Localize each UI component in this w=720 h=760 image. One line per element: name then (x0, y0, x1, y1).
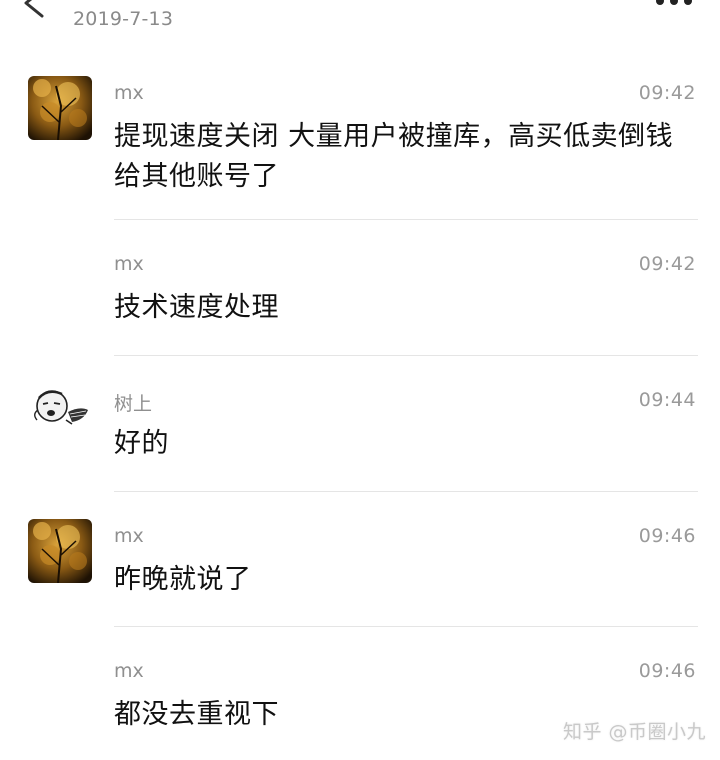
more-dots-icon[interactable] (654, 0, 694, 8)
message-text: 好的 (114, 428, 169, 459)
avatar[interactable] (28, 76, 92, 140)
autumn-tree-avatar-icon (28, 519, 92, 583)
autumn-tree-avatar-icon (28, 76, 92, 140)
avatar[interactable] (28, 519, 92, 583)
message-time: 09:46 (638, 660, 696, 682)
message-text: 昨晚就说了 (114, 564, 252, 595)
message-divider (114, 491, 698, 492)
message-time: 09:42 (638, 82, 696, 104)
sender-name: mx (114, 82, 144, 104)
message-time: 09:46 (638, 525, 696, 547)
message-time: 09:42 (638, 253, 696, 275)
meme-sticker-avatar-icon (28, 384, 92, 448)
conversation-date: 2019-7-13 (73, 8, 174, 30)
avatar[interactable] (28, 384, 92, 448)
message-divider (114, 355, 698, 356)
watermark: 知乎 @币圈小九 (562, 721, 706, 743)
message-divider (114, 626, 698, 627)
message-text: 技术速度处理 (114, 292, 279, 323)
sender-name: 树上 (114, 393, 153, 415)
sender-name: mx (114, 525, 144, 547)
message-text: 提现速度关闭 大量用户被撞库，高买低卖倒钱给其他账号了 (114, 121, 674, 192)
sender-name: mx (114, 660, 144, 682)
message-time: 09:44 (638, 389, 696, 411)
message-divider (114, 219, 698, 220)
back-arrow-icon[interactable] (20, 0, 50, 18)
chat-header: 2019-7-13 (0, 0, 720, 48)
sender-name: mx (114, 253, 144, 275)
